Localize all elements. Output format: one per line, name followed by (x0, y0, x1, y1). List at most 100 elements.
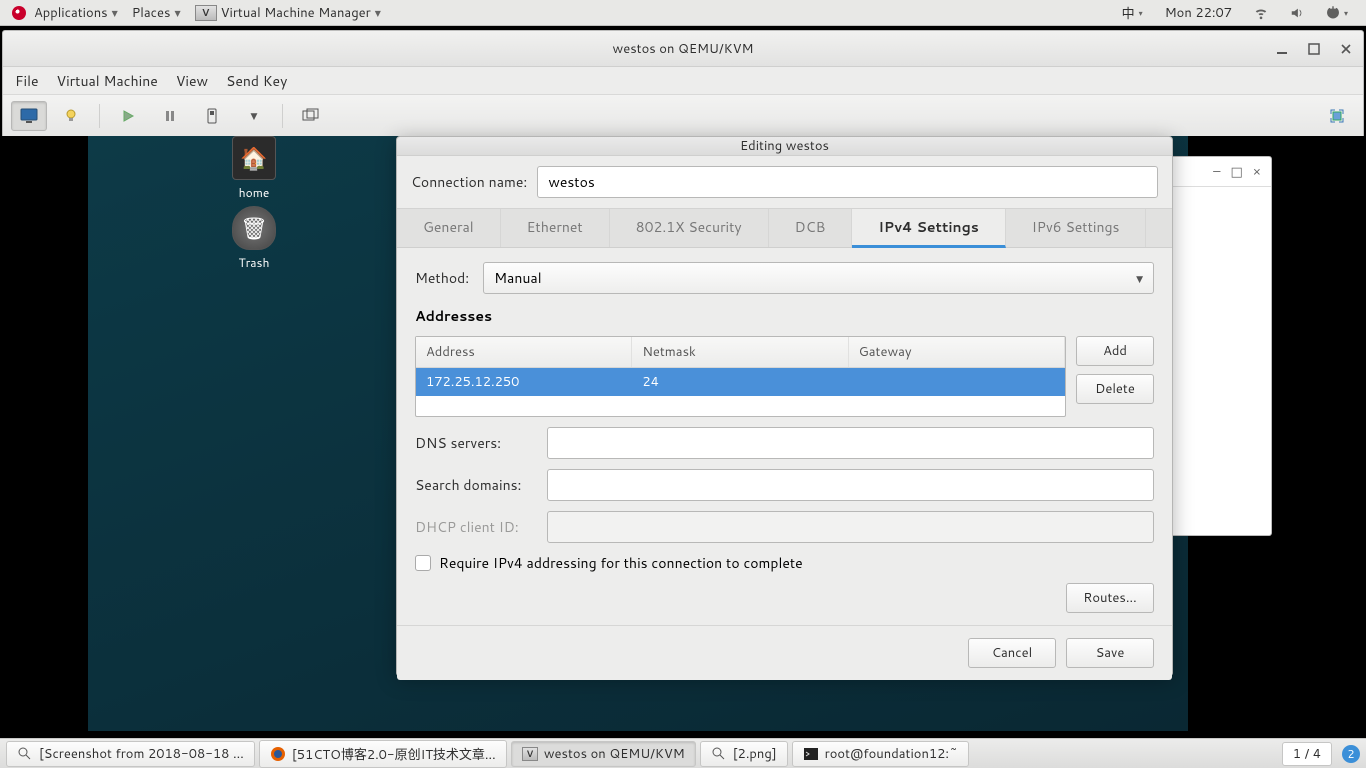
tab-dcb[interactable]: DCB (769, 209, 853, 247)
workspace-label: 1 / 4 (1293, 745, 1321, 763)
connection-name-label: Connection name: (411, 172, 527, 192)
delete-address-button[interactable]: Delete (1076, 374, 1154, 404)
col-gateway: Gateway (849, 337, 1065, 367)
console-view-button[interactable] (11, 101, 47, 131)
method-select[interactable]: Manual ▼ (483, 262, 1154, 294)
menu-virtual-machine[interactable]: Virtual Machine (57, 71, 158, 91)
shutdown-menu-button[interactable]: ▼ (236, 101, 272, 131)
minimize-button[interactable] (1271, 38, 1293, 60)
chevron-down-icon: ▼ (375, 7, 381, 19)
bulb-icon (63, 108, 79, 124)
address-row-selected[interactable]: 172.25.12.250 24 (416, 368, 1065, 396)
gnome-top-panel: Applications ▼ Places ▼ V Virtual Machin… (0, 0, 1366, 26)
guest-desktop[interactable]: 🏠 home 🗑 Trash – □ × ouraged. . me Setti… (88, 136, 1188, 731)
vmm-menu[interactable]: V Virtual Machine Manager ▼ (189, 4, 387, 22)
vmm-icon: V (522, 747, 538, 761)
search-domains-label: Search domains: (415, 475, 533, 495)
cell-address: 172.25.12.250 (416, 368, 632, 396)
tab-general[interactable]: General (397, 209, 501, 247)
maximize-icon[interactable]: □ (1230, 163, 1242, 181)
snapshots-icon (302, 108, 320, 124)
tab-ethernet[interactable]: Ethernet (501, 209, 610, 247)
save-label: Save (1096, 644, 1125, 662)
task-2png[interactable]: [2.png] (700, 741, 788, 767)
task-label: [Screenshot from 2018-08-18 … (39, 745, 244, 763)
menu-file[interactable]: File (15, 71, 39, 91)
dns-servers-label: DNS servers: (415, 433, 533, 453)
ime-indicator[interactable]: 中▾ (1116, 3, 1149, 23)
notification-badge[interactable]: 2 (1342, 745, 1360, 763)
close-icon[interactable]: × (1253, 163, 1261, 181)
col-netmask: Netmask (632, 337, 848, 367)
host-taskbar: [Screenshot from 2018-08-18 … [51CTO博客2.… (0, 738, 1366, 768)
vmm-label: Virtual Machine Manager (221, 4, 371, 22)
run-button[interactable] (110, 101, 146, 131)
task-firefox[interactable]: [51CTO博客2.0-原创IT技术文章… (259, 740, 507, 768)
dhcp-client-id-label: DHCP client ID: (415, 517, 533, 537)
pause-button[interactable] (152, 101, 188, 131)
addresses-label: Addresses (415, 306, 1154, 326)
tab-8021x-security[interactable]: 802.1X Security (610, 209, 769, 247)
minimize-icon[interactable]: – (1213, 163, 1220, 181)
vm-menubar: File Virtual Machine View Send Key (3, 67, 1363, 95)
maximize-button[interactable] (1303, 38, 1325, 60)
tab-ipv4-settings[interactable]: IPv4 Settings (852, 209, 1005, 248)
method-label: Method: (415, 268, 469, 288)
desktop-home-label: home (218, 184, 290, 201)
task-screenshot[interactable]: [Screenshot from 2018-08-18 … (6, 741, 255, 767)
menu-send-key[interactable]: Send Key (226, 71, 287, 91)
addresses-table[interactable]: Address Netmask Gateway 172.25.12.250 24 (415, 336, 1066, 417)
add-label: Add (1103, 342, 1127, 360)
fullscreen-button[interactable] (1319, 101, 1355, 131)
dns-servers-input[interactable] (547, 427, 1154, 459)
task-terminal[interactable]: root@foundation12:~ (792, 741, 969, 767)
task-vmm-westos[interactable]: V westos on QEMU/KVM (511, 741, 696, 767)
close-button[interactable] (1335, 38, 1357, 60)
addresses-header: Address Netmask Gateway (416, 337, 1065, 368)
details-view-button[interactable] (53, 101, 89, 131)
desktop-trash-icon[interactable]: 🗑 Trash (218, 206, 290, 271)
power-indicator[interactable]: ▾ (1320, 6, 1354, 20)
applications-menu[interactable]: Applications ▼ (6, 4, 124, 22)
vm-toolbar: ▼ (3, 95, 1363, 137)
search-domains-input[interactable] (547, 469, 1154, 501)
workspace-indicator[interactable]: 1 / 4 (1282, 742, 1332, 766)
save-button[interactable]: Save (1066, 638, 1154, 668)
volume-indicator[interactable] (1284, 6, 1310, 20)
places-menu[interactable]: Places ▼ (126, 4, 187, 22)
task-label: westos on QEMU/KVM (544, 745, 685, 763)
vm-window-title: westos on QEMU/KVM (613, 40, 754, 58)
require-ipv4-row[interactable]: Require IPv4 addressing for this connect… (415, 553, 1154, 573)
tab-ipv6-settings[interactable]: IPv6 Settings (1006, 209, 1147, 247)
network-indicator[interactable] (1248, 6, 1274, 20)
folder-icon: 🏠 (232, 136, 276, 180)
add-address-button[interactable]: Add (1076, 336, 1154, 366)
ime-label: 中 (1122, 3, 1135, 23)
clock[interactable]: Mon 22:07 (1159, 4, 1238, 22)
connection-name-input[interactable] (537, 166, 1158, 198)
connection-name-row: Connection name: (397, 156, 1172, 208)
snapshots-button[interactable] (293, 101, 329, 131)
shutdown-icon (205, 108, 219, 124)
desktop-home-icon[interactable]: 🏠 home (218, 136, 290, 201)
require-ipv4-checkbox[interactable] (415, 555, 431, 571)
shutdown-button[interactable] (194, 101, 230, 131)
chevron-down-icon: ▼ (251, 109, 258, 122)
require-ipv4-label: Require IPv4 addressing for this connect… (439, 553, 803, 573)
cancel-button[interactable]: Cancel (968, 638, 1056, 668)
badge-count: 2 (1348, 746, 1355, 762)
dialog-tabbar: General Ethernet 802.1X Security DCB IPv… (397, 208, 1172, 248)
routes-button[interactable]: Routes… (1066, 583, 1154, 613)
separator (282, 104, 283, 128)
menu-view[interactable]: View (176, 71, 208, 91)
maximize-icon (1308, 43, 1320, 55)
task-label: [51CTO博客2.0-原创IT技术文章… (292, 744, 496, 764)
routes-label: Routes… (1083, 589, 1137, 607)
clock-label: Mon 22:07 (1165, 4, 1232, 22)
monitor-icon (20, 108, 38, 124)
ipv4-form: DNS servers: Search domains: DHCP client… (415, 427, 1154, 543)
fedora-icon (12, 6, 26, 20)
dhcp-client-id-input (547, 511, 1154, 543)
network-editor-dialog: Editing westos Connection name: General … (396, 136, 1173, 676)
wifi-icon (1254, 6, 1268, 20)
